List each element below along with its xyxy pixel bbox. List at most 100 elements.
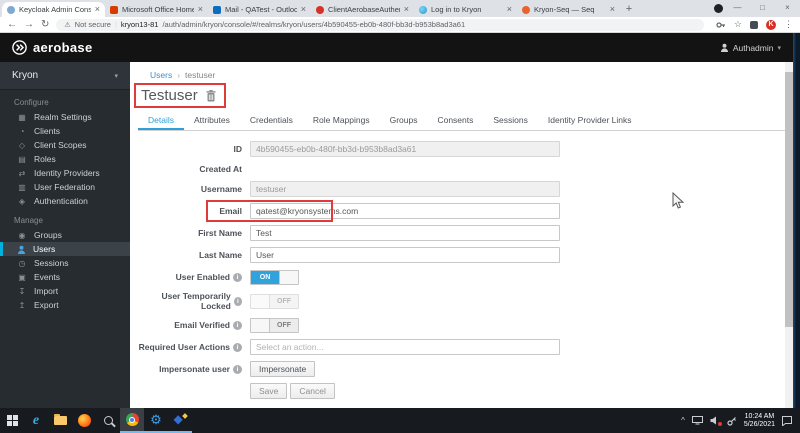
taskbar-app-gear[interactable]: ⚙ (144, 408, 168, 433)
ie-icon: e (32, 412, 40, 428)
sidebar-item-events[interactable]: ▣ Events (0, 270, 130, 284)
tab-close-icon[interactable]: × (301, 5, 306, 14)
info-icon: i (233, 342, 242, 352)
taskbar-internet-explorer[interactable]: e (24, 408, 48, 433)
user-enabled-toggle[interactable]: ON (250, 269, 299, 285)
magnifier-icon (103, 416, 113, 425)
email-label: Email (219, 206, 242, 216)
tab-close-icon[interactable]: × (610, 5, 615, 14)
volume-icon[interactable] (710, 416, 722, 426)
impersonate-button[interactable]: Impersonate (250, 361, 316, 377)
realm-selector[interactable]: Kryon ▾ (0, 62, 130, 90)
back-icon[interactable]: ← (7, 19, 17, 30)
windows-logo-icon (6, 415, 18, 426)
taskbar-chrome[interactable] (120, 408, 144, 433)
breadcrumb-users-link[interactable]: Users (150, 70, 172, 80)
sidebar-item-authentication[interactable]: ◈ Authentication (0, 194, 130, 208)
email-field[interactable] (250, 203, 560, 219)
display-icon[interactable] (691, 416, 703, 425)
aerobase-auth-favicon-icon (316, 5, 324, 14)
browser-tab-office[interactable]: Microsoft Office Home × (105, 2, 208, 17)
extension-icon[interactable] (750, 20, 758, 29)
browser-menu-icon[interactable]: ⋮ (784, 19, 793, 30)
sidebar-item-sessions[interactable]: ◷ Sessions (0, 256, 130, 270)
sidebar-item-groups[interactable]: ◉ Groups (0, 228, 130, 242)
scrollbar-thumb[interactable] (785, 72, 793, 327)
sidebar-item-client-scopes[interactable]: ◇ Client Scopes (0, 138, 130, 152)
cancel-button[interactable]: Cancel (290, 383, 335, 399)
browser-status-dot-icon[interactable] (714, 4, 723, 13)
browser-tab-keycloak[interactable]: Keycloak Admin Console × (2, 2, 105, 17)
aerobase-brand[interactable]: aerobase (12, 40, 93, 55)
forward-icon[interactable]: → (24, 19, 34, 30)
user-menu-label: Authadmin (732, 42, 774, 53)
address-bar[interactable]: ⚠ Not secure | kryon13-81/auth/admin/kry… (56, 18, 705, 31)
taskbar-firefox[interactable] (72, 408, 96, 433)
sidebar-item-label: Realm Settings (34, 112, 92, 122)
title-annotation-box: Testuser (134, 83, 226, 108)
tab-attributes[interactable]: Attributes (184, 111, 240, 130)
tab-close-icon[interactable]: × (507, 5, 512, 14)
tab-identity-provider-links[interactable]: Identity Provider Links (538, 111, 642, 130)
required-user-actions-select[interactable] (250, 339, 560, 355)
field-row-created-at: Created At (138, 163, 793, 174)
tab-details[interactable]: Details (138, 111, 184, 130)
tab-close-icon[interactable]: × (95, 5, 100, 14)
identity-providers-icon: ⇄ (18, 168, 26, 178)
profile-avatar[interactable]: K (766, 19, 776, 30)
tray-expand-icon[interactable]: ^ (681, 416, 685, 425)
tab-role-mappings[interactable]: Role Mappings (303, 111, 380, 130)
page-scrollbar[interactable] (785, 62, 793, 408)
new-tab-button[interactable]: + (620, 2, 638, 17)
sidebar-item-users[interactable]: Users (0, 242, 130, 256)
sidebar-item-label: Sessions (34, 258, 69, 268)
key-tray-icon[interactable] (727, 416, 737, 426)
toolbar-icons: ☆ K ⋮ (716, 19, 793, 30)
sidebar-item-export[interactable]: ↥ Export (0, 298, 130, 312)
browser-tab-seq[interactable]: Kryon-Seq — Seq × (517, 2, 620, 17)
window-edge (793, 33, 800, 408)
browser-tab-aerobase-auth[interactable]: ClientAerobaseAuthentication × (311, 2, 414, 17)
breadcrumb: Users › testuser (150, 70, 793, 80)
last-name-field[interactable] (250, 247, 560, 263)
start-button[interactable] (0, 408, 24, 433)
tab-credentials[interactable]: Credentials (240, 111, 303, 130)
sidebar-item-label: Client Scopes (34, 140, 87, 150)
browser-tab-outlook[interactable]: Mail - QATest - Outlook × (208, 2, 311, 17)
minimize-button[interactable]: — (725, 0, 750, 17)
taskbar-search-tool[interactable] (96, 408, 120, 433)
browser-tab-kryon-login[interactable]: Log in to Kryon × (414, 2, 517, 17)
tab-groups[interactable]: Groups (380, 111, 428, 130)
sidebar-item-clients[interactable]: ◔ Clients (0, 124, 130, 138)
taskbar-clock[interactable]: 10:24 AM 5/26/2021 (744, 413, 775, 429)
save-button[interactable]: Save (250, 383, 288, 399)
tab-close-icon[interactable]: × (198, 5, 203, 14)
folder-icon (53, 414, 67, 425)
taskbar-file-explorer[interactable] (48, 408, 72, 433)
tab-sessions[interactable]: Sessions (483, 111, 538, 130)
sidebar-item-roles[interactable]: ▤ Roles (0, 152, 130, 166)
email-verified-toggle[interactable]: OFF (250, 317, 299, 333)
tab-consents[interactable]: Consents (427, 111, 483, 130)
sidebar-item-realm-settings[interactable]: ▦ Realm Settings (0, 110, 130, 124)
sidebar-item-identity-providers[interactable]: ⇄ Identity Providers (0, 166, 130, 180)
tab-close-icon[interactable]: × (404, 5, 409, 14)
user-menu[interactable]: Authadmin ▾ (720, 43, 781, 53)
reload-icon[interactable]: ↻ (41, 19, 49, 30)
key-icon[interactable] (716, 20, 726, 30)
mouse-cursor (672, 192, 684, 209)
chevron-down-icon: ▾ (114, 72, 118, 80)
user-temporarily-locked-toggle: OFF (250, 293, 299, 309)
delete-trash-icon[interactable] (206, 89, 216, 102)
maximize-button[interactable]: □ (750, 0, 775, 17)
keycloak-favicon-icon (7, 5, 15, 14)
close-button[interactable]: × (775, 0, 800, 17)
sidebar-item-import[interactable]: ↧ Import (0, 284, 130, 298)
url-divider: | (114, 20, 117, 29)
first-name-field[interactable] (250, 225, 560, 241)
action-center-icon[interactable] (782, 415, 792, 426)
bookmark-star-icon[interactable]: ☆ (734, 19, 742, 30)
office-favicon-icon (110, 5, 118, 14)
sidebar-item-user-federation[interactable]: ▥ User Federation (0, 180, 130, 194)
taskbar-app-diamond[interactable]: ◆ (168, 408, 192, 433)
